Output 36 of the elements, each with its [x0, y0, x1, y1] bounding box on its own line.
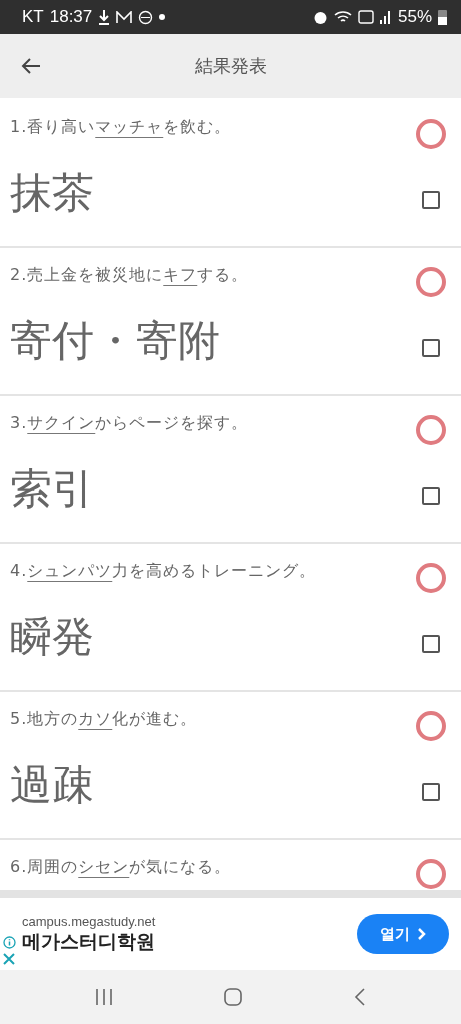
ad-domain: campus.megastudy.net [22, 913, 157, 929]
battery-percent: 55% [397, 7, 432, 27]
chevron-icon [418, 928, 426, 940]
question-text: 1.香り高いマッチャ を飲む。 [10, 115, 233, 138]
answer-text: 寄付・寄附 [10, 315, 221, 367]
answer-text: 抹茶 [10, 167, 95, 219]
question-text: 3.サクインからページを探す。 [10, 411, 250, 434]
checkbox[interactable] [422, 487, 440, 505]
dot-icon [159, 14, 166, 20]
question-text: 2.売上金を被災地にキフする。 [10, 263, 250, 286]
checkbox[interactable] [422, 339, 440, 357]
answer-text: 過疎 [10, 759, 95, 811]
clock-time: 18:37 [49, 7, 93, 27]
open-button[interactable]: 열기 [357, 914, 449, 954]
close-icon[interactable] [3, 953, 15, 965]
answer-text: 瞬発 [10, 611, 95, 663]
wifi-icon [333, 10, 352, 24]
page-title: 結果発表 [194, 54, 267, 78]
question-text: 4.シュンパツ力を高めるトレーニング。 [10, 559, 318, 582]
download-icon [98, 9, 111, 25]
home-icon[interactable] [223, 987, 244, 1007]
circle-icon [138, 9, 154, 25]
battery-icon [438, 9, 447, 25]
info-icon[interactable] [3, 936, 16, 949]
signal-icon [379, 10, 392, 24]
recent-apps-icon[interactable] [95, 988, 114, 1006]
answer-text: 索引 [10, 463, 95, 515]
question-text: 6.周囲のシセンが気になる。 [10, 855, 233, 878]
carrier-label: KT [22, 7, 44, 27]
ad-title: 메가스터디학원 [22, 929, 156, 954]
back-icon[interactable] [353, 987, 366, 1007]
checkbox[interactable] [422, 783, 440, 801]
checkbox[interactable] [422, 191, 440, 209]
checkbox[interactable] [422, 635, 440, 653]
mail-icon [116, 10, 133, 24]
question-text: 5.地方のカソ化が進む。 [10, 707, 199, 730]
